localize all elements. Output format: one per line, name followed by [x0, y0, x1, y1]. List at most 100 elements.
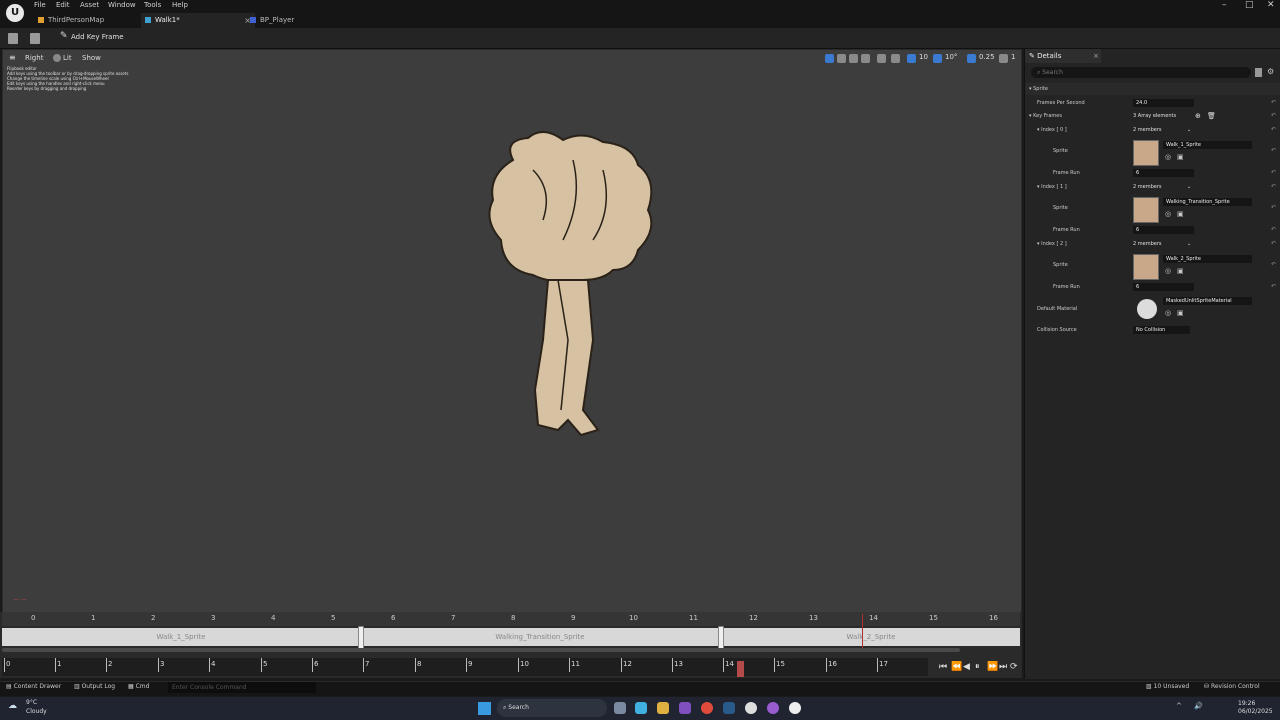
- key-frame-walking-transition[interactable]: Walking_Transition_Sprite: [362, 628, 718, 646]
- unreal-logo-icon[interactable]: U: [6, 4, 24, 22]
- browse-asset-icon[interactable]: ◎: [1165, 153, 1171, 161]
- details-tab[interactable]: ✎ Details ×: [1025, 49, 1101, 63]
- row-index-2[interactable]: ▾ Index [ 2 ] 2 members ⌄ ↶: [1025, 238, 1280, 250]
- rotate-icon[interactable]: [849, 54, 858, 63]
- frame-run-input[interactable]: 6: [1133, 283, 1194, 291]
- surface-snap-icon[interactable]: [891, 54, 900, 63]
- scale-snap-icon[interactable]: [967, 54, 976, 63]
- camera-speed-icon[interactable]: [999, 54, 1008, 63]
- reset-icon[interactable]: ↶: [1271, 181, 1276, 193]
- sprite-picker[interactable]: Walking_Transition_Sprite: [1163, 198, 1252, 206]
- reset-icon[interactable]: ↶: [1271, 224, 1276, 236]
- browse-asset-icon[interactable]: ◎: [1165, 309, 1171, 317]
- step-back-icon[interactable]: ⏪: [951, 662, 962, 672]
- dropdown-icon[interactable]: ⌄: [1187, 238, 1191, 250]
- weather-temp[interactable]: 9°C: [26, 699, 37, 706]
- table-view-icon[interactable]: [1255, 68, 1262, 77]
- reset-icon[interactable]: ↶: [1271, 167, 1276, 179]
- chrome-icon[interactable]: [701, 702, 713, 714]
- material-picker[interactable]: MaskedUnlitSpriteMaterial: [1163, 297, 1252, 305]
- loop-icon[interactable]: ⟳: [1010, 662, 1018, 672]
- key-frame-track[interactable]: Walk_1_Sprite Walking_Transition_Sprite …: [2, 626, 1020, 650]
- details-search-input[interactable]: ⌕ Search: [1031, 67, 1251, 78]
- playhead[interactable]: [737, 661, 744, 677]
- save-icon[interactable]: [8, 33, 18, 44]
- weather-desc[interactable]: Cloudy: [26, 708, 47, 715]
- key-frame-walk-2[interactable]: Walk_2_Sprite: [722, 628, 1020, 646]
- clock-date[interactable]: 06/02/2025: [1238, 708, 1273, 715]
- translate-icon[interactable]: [837, 54, 846, 63]
- dropdown-icon[interactable]: ⌄: [1187, 181, 1191, 193]
- settings-icon[interactable]: ⚙: [1267, 67, 1274, 76]
- add-element-icon[interactable]: ⊕: [1195, 110, 1201, 122]
- unity-icon[interactable]: [745, 702, 757, 714]
- tab-third-person-map[interactable]: ThirdPersonMap: [34, 13, 148, 28]
- row-index-1[interactable]: ▾ Index [ 1 ] 2 members ⌄ ↶: [1025, 181, 1280, 193]
- material-thumbnail[interactable]: [1137, 299, 1157, 319]
- tab-walk1[interactable]: Walk1* ×: [141, 13, 255, 28]
- scrub-scale[interactable]: 0 1 2 3 4 5 6 7 8 9 10 11 12 13 14 15 16…: [2, 658, 928, 676]
- tab-bp-player[interactable]: BP_Player: [246, 13, 350, 28]
- scale-icon[interactable]: [861, 54, 870, 63]
- row-index-0[interactable]: ▾ Index [ 0 ] 2 members ⌄ ↶: [1025, 124, 1280, 136]
- timeline[interactable]: 0 1 2 3 4 5 6 7 8 9 10 11 12 13 14 15 16…: [0, 612, 1022, 678]
- lit-button[interactable]: Lit: [63, 54, 72, 62]
- sprite-thumbnail[interactable]: [1133, 140, 1159, 166]
- steam-icon[interactable]: [723, 702, 735, 714]
- folder-icon[interactable]: ▣: [1177, 267, 1184, 275]
- menu-edit[interactable]: Edit: [56, 1, 70, 9]
- taskbar-search[interactable]: ⌕ Search: [497, 699, 607, 717]
- frames-per-second-input[interactable]: 24.0: [1133, 99, 1194, 107]
- browse-asset-icon[interactable]: ◎: [1165, 267, 1171, 275]
- key-frame-walk-1[interactable]: Walk_1_Sprite: [2, 628, 360, 646]
- console-input[interactable]: Enter Console Command: [168, 682, 316, 693]
- section-sprite[interactable]: ▾ Sprite: [1025, 83, 1280, 95]
- browse-asset-icon[interactable]: ◎: [1165, 210, 1171, 218]
- revision-control-button[interactable]: ⛁ Revision Control: [1204, 683, 1260, 690]
- world-icon[interactable]: [877, 54, 886, 63]
- menu-asset[interactable]: Asset: [80, 1, 99, 9]
- task-view-icon[interactable]: [614, 702, 626, 714]
- play-reverse-icon[interactable]: ◀: [963, 662, 970, 672]
- collision-source-dropdown[interactable]: No Collision: [1133, 326, 1190, 334]
- close-window-icon[interactable]: ✕: [1267, 0, 1275, 10]
- file-explorer-icon[interactable]: [657, 702, 669, 714]
- reset-icon[interactable]: ↶: [1271, 238, 1276, 250]
- folder-icon[interactable]: ▣: [1177, 309, 1184, 317]
- timeline-scrollbar[interactable]: [2, 648, 960, 652]
- grid-value[interactable]: 10: [919, 53, 928, 61]
- grid-snap-icon[interactable]: [907, 54, 916, 63]
- folder-icon[interactable]: ▣: [1177, 153, 1184, 161]
- reset-icon[interactable]: ↶: [1271, 97, 1276, 109]
- frame-run-input[interactable]: 6: [1133, 226, 1194, 234]
- windows-start-icon[interactable]: [478, 702, 491, 715]
- sprite-picker[interactable]: Walk_2_Sprite: [1163, 255, 1252, 263]
- reset-icon[interactable]: ↶: [1271, 281, 1276, 293]
- dropdown-icon[interactable]: ⌄: [1187, 124, 1191, 136]
- delete-all-icon[interactable]: 🗑: [1207, 110, 1216, 122]
- output-log-button[interactable]: ▥ Output Log: [74, 683, 115, 690]
- discord-icon[interactable]: [767, 702, 779, 714]
- menu-help[interactable]: Help: [172, 1, 188, 9]
- menu-tools[interactable]: Tools: [144, 1, 161, 9]
- rotation-value[interactable]: 10°: [945, 53, 957, 61]
- edge-icon[interactable]: [635, 702, 647, 714]
- cmd-button[interactable]: ▦ Cmd: [128, 683, 149, 690]
- menu-file[interactable]: File: [34, 1, 46, 9]
- timeline-ruler[interactable]: 0 1 2 3 4 5 6 7 8 9 10 11 12 13 14 15 16: [2, 612, 1020, 626]
- camera-speed-value[interactable]: 1: [1011, 53, 1015, 61]
- browse-icon[interactable]: [30, 33, 40, 44]
- tray-chevron-icon[interactable]: ^: [1176, 702, 1182, 710]
- reset-icon[interactable]: ↶: [1271, 145, 1276, 157]
- viewport[interactable]: ≡ Right Lit Show Flipbook editor Add key…: [2, 49, 1022, 613]
- reset-icon[interactable]: ↶: [1271, 124, 1276, 136]
- app-icon[interactable]: [679, 702, 691, 714]
- show-button[interactable]: Show: [82, 54, 101, 62]
- add-key-frame-button[interactable]: Add Key Frame: [71, 33, 124, 41]
- reset-icon[interactable]: ↶: [1271, 110, 1276, 122]
- pause-icon[interactable]: ⏸: [975, 662, 980, 672]
- select-icon[interactable]: [825, 54, 834, 63]
- unreal-engine-icon[interactable]: [789, 702, 801, 714]
- content-drawer-button[interactable]: ▤ Content Drawer: [6, 683, 61, 690]
- menu-window[interactable]: Window: [108, 1, 136, 9]
